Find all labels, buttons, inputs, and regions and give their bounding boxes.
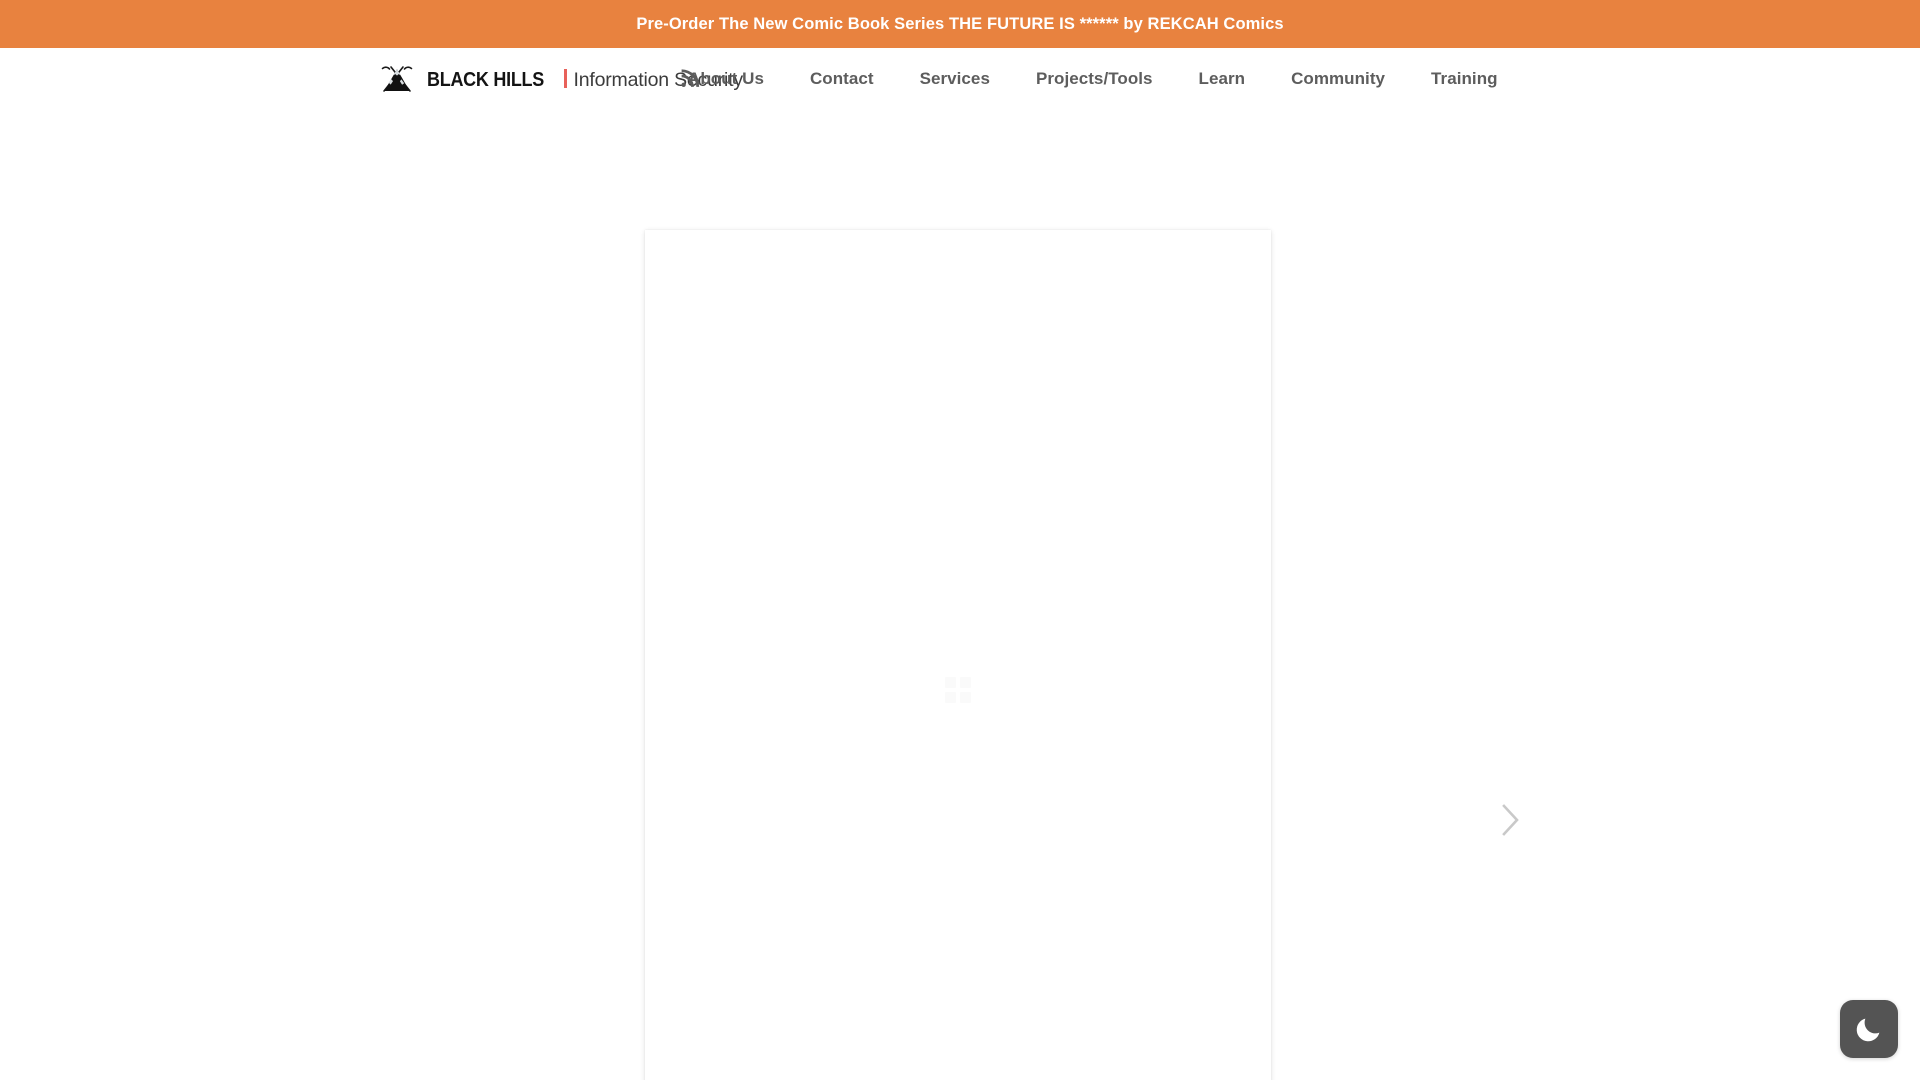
slideshow-slide-card[interactable] <box>645 230 1271 1080</box>
nav-item-about-us-label: About Us <box>688 69 764 88</box>
image-placeholder-square <box>960 692 971 703</box>
slideshow-next-button[interactable] <box>1488 798 1532 842</box>
image-placeholder-icon <box>945 677 971 703</box>
black-hills-mountain-logo-icon <box>381 66 413 92</box>
nav-item-learn-label: Learn <box>1198 69 1246 88</box>
promo-banner[interactable]: Pre-Order The New Comic Book Series THE … <box>0 0 1920 48</box>
nav-item-projects-tools[interactable]: Projects/Tools <box>1013 69 1176 89</box>
dark-mode-toggle-button[interactable] <box>1840 1000 1898 1058</box>
image-placeholder-square <box>960 677 971 688</box>
nav-item-training-label: Training <box>1431 69 1498 88</box>
chevron-right-icon <box>1502 804 1519 836</box>
page-main <box>0 110 1920 1080</box>
nav-item-community[interactable]: Community <box>1268 69 1408 89</box>
image-placeholder-square <box>945 677 956 688</box>
promo-banner-text: Pre-Order The New Comic Book Series THE … <box>636 14 1284 33</box>
moon-icon <box>1856 1018 1880 1042</box>
brand-name-bold: BLACK HILLS <box>427 68 545 91</box>
nav-item-services[interactable]: Services <box>897 69 1013 89</box>
main-navigation: About Us Contact Services Projects/Tools… <box>681 69 1521 89</box>
brand-separator <box>564 68 567 88</box>
site-header: BLACK HILLS Information Security About U… <box>0 48 1920 110</box>
nav-item-learn[interactable]: Learn <box>1176 69 1269 89</box>
nav-item-contact-label: Contact <box>809 69 874 88</box>
nav-item-projects-tools-label: Projects/Tools <box>1035 69 1153 88</box>
nav-item-training[interactable]: Training <box>1408 69 1521 89</box>
nav-item-services-label: Services <box>919 69 990 88</box>
nav-item-about-us[interactable]: About Us <box>681 69 787 89</box>
image-placeholder-square <box>945 692 956 703</box>
nav-item-community-label: Community <box>1291 69 1386 88</box>
nav-item-contact[interactable]: Contact <box>787 69 897 89</box>
